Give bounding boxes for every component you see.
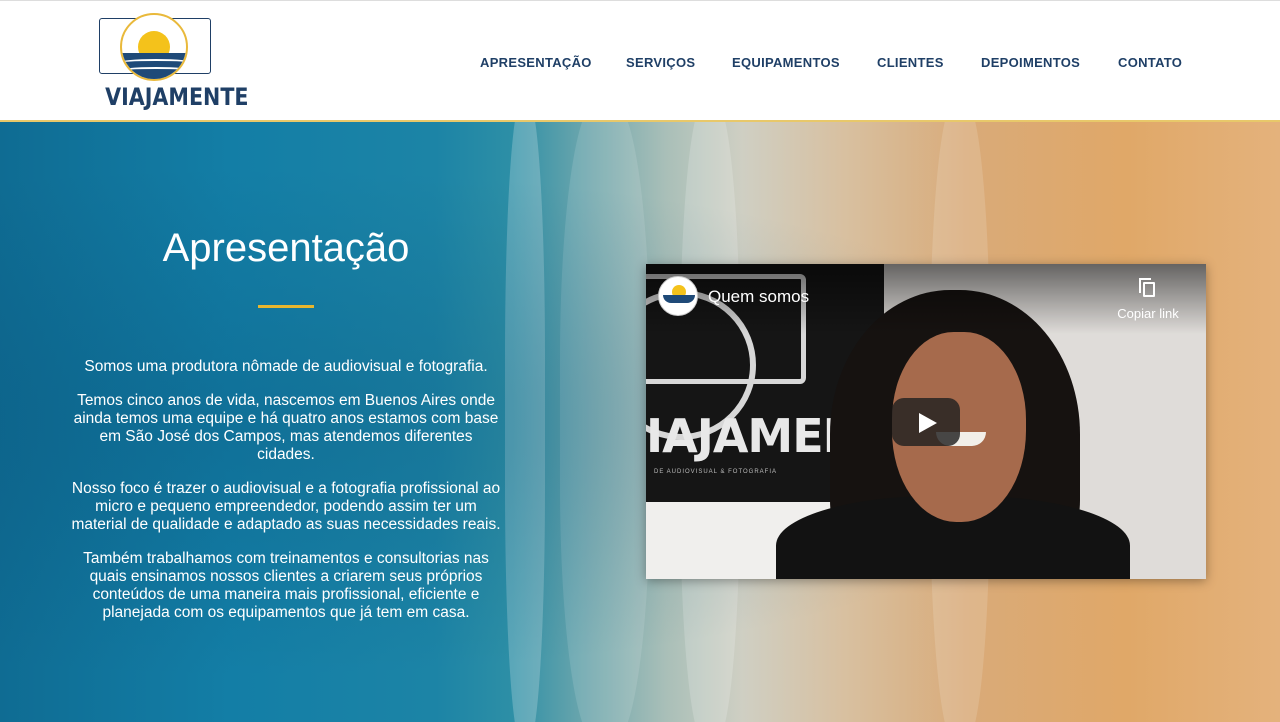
nav-item-contato[interactable]: CONTATO (1118, 55, 1182, 70)
play-button[interactable] (892, 398, 960, 446)
intro-section: Apresentação Somos uma produtora nômade … (0, 122, 1280, 722)
section-title: Apresentação (162, 226, 410, 270)
site-header: VIAJAMENTE APRESENTAÇÃO SERVIÇOS EQUIPAM… (0, 0, 1280, 122)
video-top-bar: Quem somos Copiar link (646, 264, 1206, 334)
copy-link-icon (1139, 278, 1157, 298)
nav-item-equipamentos[interactable]: EQUIPAMENTOS (732, 55, 840, 70)
intro-text: Somos uma produtora nômade de audiovisua… (70, 358, 502, 638)
banner-subtext: DE AUDIOVISUAL & FOTOGRAFIA (654, 469, 778, 475)
nav-item-depoimentos[interactable]: DEPOIMENTOS (981, 55, 1080, 70)
intro-paragraph: Temos cinco anos de vida, nascemos em Bu… (73, 392, 499, 463)
intro-paragraph: Também trabalhamos com treinamentos e co… (83, 550, 489, 621)
sea-icon (663, 295, 695, 303)
intro-paragraph: Somos uma produtora nômade de audiovisua… (84, 358, 488, 375)
video-embed[interactable]: IAJAMENTE DE AUDIOVISUAL & FOTOGRAFIA Qu… (646, 264, 1206, 579)
nav-item-apresentacao[interactable]: APRESENTAÇÃO (480, 55, 592, 70)
title-divider (258, 305, 314, 308)
copy-link-label: Copiar link (1117, 306, 1179, 321)
intro-paragraph: Nosso foco é trazer o audiovisual e a fo… (71, 480, 501, 533)
logo-wordmark: VIAJAMENTE (105, 83, 249, 111)
copy-link-button[interactable]: Copiar link (1108, 278, 1188, 324)
nav-item-servicos[interactable]: SERVIÇOS (626, 55, 695, 70)
video-title[interactable]: Quem somos (708, 287, 809, 307)
play-icon (919, 413, 937, 433)
main-nav: APRESENTAÇÃO SERVIÇOS EQUIPAMENTOS CLIEN… (0, 55, 1280, 73)
channel-avatar[interactable] (658, 276, 698, 316)
nav-item-clientes[interactable]: CLIENTES (877, 55, 944, 70)
